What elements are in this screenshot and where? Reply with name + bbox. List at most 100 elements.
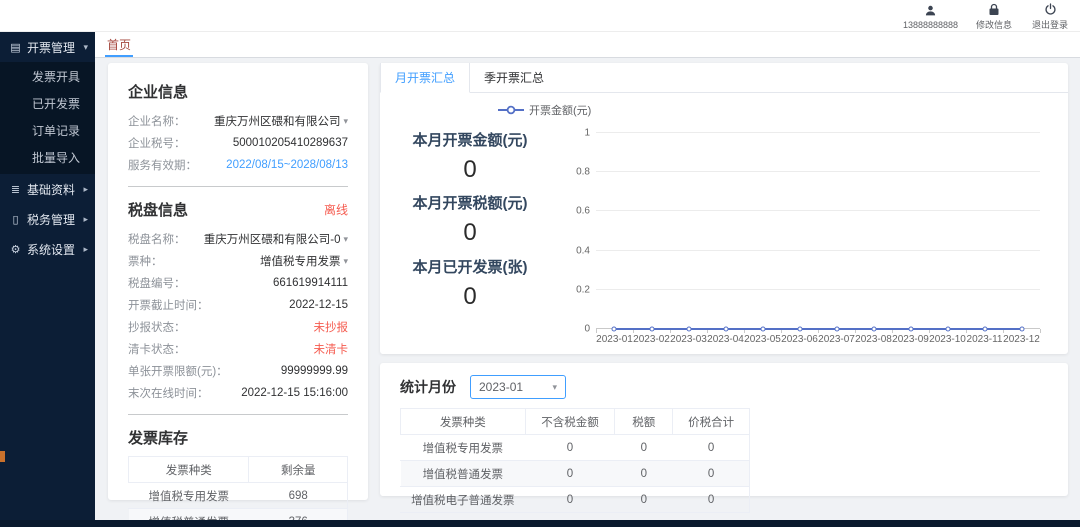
- chart-data-point[interactable]: [649, 327, 654, 332]
- statistics-panel: 统计月份 2023-01 ▾ 发票种类不含税金额税额价税合计增值税专用发票000…: [380, 363, 1068, 496]
- info-panel: 企业信息 企业名称：重庆万州区碨和有限公司▾企业税号：5000102054102…: [108, 63, 368, 500]
- chart-data-point[interactable]: [797, 327, 802, 332]
- offline-status-badge[interactable]: 离线: [324, 201, 348, 218]
- sidebar-item-basic-data[interactable]: ≣基础资料▸: [0, 174, 95, 204]
- tab-quarterly[interactable]: 季开票汇总: [470, 63, 558, 93]
- dropdown-caret-icon[interactable]: ▾: [343, 116, 348, 127]
- user-icon: [924, 4, 937, 18]
- company-info-title: 企业信息: [128, 81, 348, 102]
- field-value: 重庆万州区碨和有限公司: [214, 113, 341, 129]
- info-field: 抄报状态：未抄报: [128, 316, 348, 338]
- stat-month-amount: 本月开票金额(元)0: [386, 129, 554, 184]
- field-value: 未清卡: [314, 341, 349, 357]
- modify-info-button[interactable]: 修改信息: [974, 2, 1014, 31]
- field-value[interactable]: 2022/08/15~2028/08/13: [226, 159, 348, 171]
- table-row[interactable]: 增值税专用发票000: [401, 435, 750, 461]
- field-value: 未抄报: [314, 319, 349, 335]
- summary-tabs: 月开票汇总季开票汇总: [380, 63, 1068, 93]
- table-cell: 0: [673, 435, 750, 461]
- field-value: 99999999.99: [281, 365, 348, 377]
- info-field: 单张开票限额(元)： 99999999.99: [128, 360, 348, 382]
- monthly-stats: 本月开票金额(元)0 本月开票税额(元)0 本月已开发票(张)0: [386, 119, 554, 349]
- chart-data-point[interactable]: [908, 327, 913, 332]
- field-label: 清卡状态：: [128, 341, 186, 357]
- dropdown-caret-icon[interactable]: ▾: [343, 234, 348, 245]
- month-select-value: 2023-01: [479, 380, 523, 394]
- table-row[interactable]: 增值税专用发票698: [129, 483, 348, 509]
- statistics-title: 统计月份: [400, 377, 456, 397]
- inventory-title: 发票库存: [128, 427, 348, 448]
- field-value: 2022-12-15: [289, 299, 348, 311]
- top-header: 13888888888 修改信息 退出登录: [0, 0, 1080, 32]
- company-info-fields: 企业名称：重庆万州区碨和有限公司▾企业税号：500010205410289637…: [128, 110, 348, 176]
- month-select[interactable]: 2023-01 ▾: [470, 375, 566, 399]
- info-field: 票种： 增值税专用发票▾: [128, 250, 348, 272]
- user-account[interactable]: 13888888888: [903, 2, 958, 31]
- chart-data-point[interactable]: [834, 327, 839, 332]
- chart-data-point[interactable]: [1019, 327, 1024, 332]
- sidebar-edge-marker: [0, 451, 5, 462]
- right-column: 月开票汇总季开票汇总 开票金额(元) 本月开票金额(元)0本月开票税额(元)0本…: [380, 63, 1068, 496]
- table-header-row: 发票种类不含税金额税额价税合计: [401, 409, 750, 435]
- info-field: 开票截止时间：2022-12-15: [128, 294, 348, 316]
- sidebar-item-invoice-mgmt[interactable]: ▤ 开票管理 ▾: [0, 32, 95, 62]
- tab-home-label: 首页: [107, 36, 131, 53]
- table-cell: 0: [615, 435, 673, 461]
- list-icon: ≣: [9, 183, 22, 196]
- x-tick-label: 2023-04: [707, 334, 744, 345]
- tab-home[interactable]: 首页: [99, 32, 139, 57]
- y-tick-label: 0.2: [556, 284, 590, 295]
- power-icon: [1044, 2, 1057, 16]
- field-label: 企业税号：: [128, 135, 186, 151]
- column-header: 剩余量: [249, 457, 348, 483]
- lock-icon: [988, 2, 1000, 16]
- sidebar-submenu: 发票开具已开发票订单记录批量导入: [0, 62, 95, 174]
- chart-data-point[interactable]: [723, 327, 728, 332]
- x-tick-label: 2023-03: [670, 334, 707, 345]
- field-label: 税盘编号：: [128, 275, 186, 291]
- table-row[interactable]: 增值税电子普通发票000: [401, 487, 750, 513]
- table-row[interactable]: 增值税普通发票000: [401, 461, 750, 487]
- chart-data-point[interactable]: [612, 327, 617, 332]
- field-label: 单张开票限额(元)：: [128, 363, 228, 379]
- caret-down-icon: ▾: [83, 42, 88, 53]
- y-tick-label: 0.6: [556, 206, 590, 217]
- table-cell: 0: [525, 487, 615, 513]
- dropdown-caret-icon[interactable]: ▾: [343, 256, 348, 267]
- chart-data-point[interactable]: [945, 327, 950, 332]
- sidebar-item-invoice-issue[interactable]: 发票开具: [0, 64, 95, 91]
- column-header: 发票种类: [129, 457, 249, 483]
- chart-data-point[interactable]: [760, 327, 765, 332]
- chart-data-point[interactable]: [686, 327, 691, 332]
- chart-data-point[interactable]: [982, 327, 987, 332]
- stat-label: 本月开票税额(元): [386, 192, 554, 213]
- info-field: 清卡状态： 未清卡: [128, 338, 348, 360]
- x-axis-tick: [596, 329, 597, 333]
- chart-legend[interactable]: 开票金额(元): [380, 93, 1068, 119]
- divider: [128, 414, 348, 415]
- logout-button[interactable]: 退出登录: [1030, 2, 1070, 31]
- stat-label: 本月开票金额(元): [386, 129, 554, 150]
- chart-plot-area: 00.20.40.60.812023-012023-022023-032023-…: [596, 133, 1040, 329]
- sidebar-item-batch-import[interactable]: 批量导入: [0, 145, 95, 172]
- x-axis-tick: [1040, 329, 1041, 333]
- field-label: 票种：: [128, 253, 163, 269]
- chart-data-point[interactable]: [871, 327, 876, 332]
- stat-month-count: 本月已开发票(张)0: [386, 256, 554, 311]
- form-icon: ▤: [9, 41, 22, 54]
- sidebar-item-issued-invoices[interactable]: 已开发票: [0, 91, 95, 118]
- sidebar-item-order-records[interactable]: 订单记录: [0, 118, 95, 145]
- sidebar-item-label: 开票管理: [27, 39, 75, 56]
- footer-bar: [0, 520, 1080, 527]
- sidebar-item-tax-mgmt[interactable]: ▯税务管理▸: [0, 204, 95, 234]
- statistics-table: 发票种类不含税金额税额价税合计增值税专用发票000增值税普通发票000增值税电子…: [400, 408, 750, 513]
- sidebar-item-system-settings[interactable]: ⚙系统设置▸: [0, 234, 95, 264]
- x-tick-label: 2023-01: [596, 334, 633, 345]
- stat-month-tax: 本月开票税额(元)0: [386, 192, 554, 247]
- field-value: 500010205410289637: [233, 137, 348, 149]
- y-tick-label: 0: [556, 324, 590, 335]
- x-tick-label: 2023-02: [633, 334, 670, 345]
- caret-right-icon: ▸: [83, 214, 88, 225]
- tab-monthly[interactable]: 月开票汇总: [380, 63, 470, 93]
- field-value: 增值税专用发票: [260, 253, 341, 269]
